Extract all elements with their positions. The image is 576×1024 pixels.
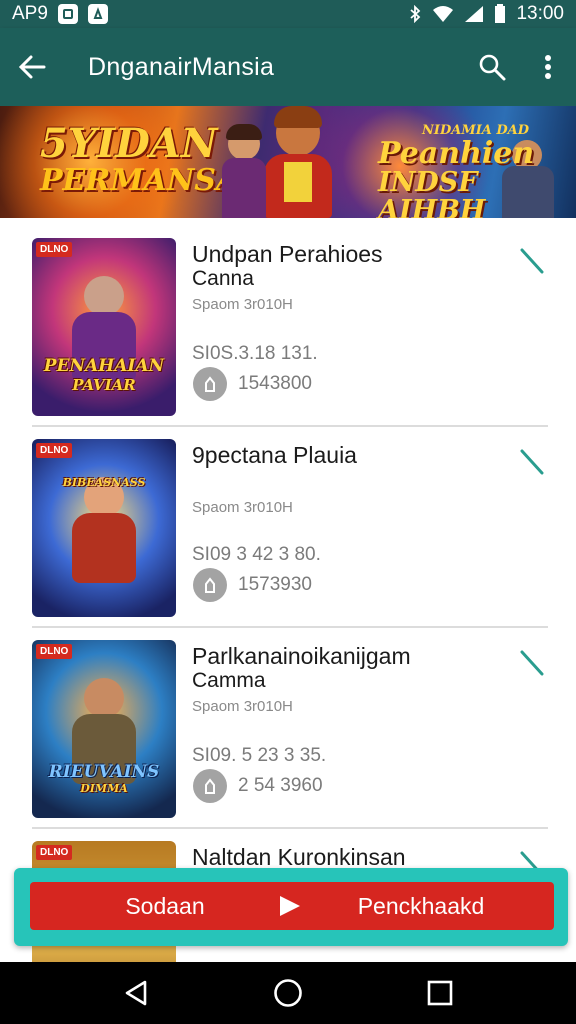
- app-bar-actions: [464, 28, 576, 106]
- thumb-tag: DLNO: [36, 845, 73, 860]
- thumb-caption-1: RIEUVAINS: [48, 762, 160, 782]
- game-title-line1: Undpan Perahioes: [192, 241, 383, 267]
- page-title: DnganairMansia: [88, 52, 275, 81]
- status-carrier-text: AP9: [12, 3, 48, 24]
- thumb-character-head: [84, 678, 124, 718]
- nav-home-icon: [274, 979, 302, 1007]
- thumb-caption-2: PAVIAR: [72, 376, 136, 394]
- check-icon[interactable]: [520, 650, 544, 681]
- status-right: 13:00: [408, 3, 564, 25]
- notification-app-icon: [87, 4, 108, 24]
- bluetooth-icon: [408, 5, 422, 23]
- battery-icon: [494, 4, 506, 24]
- game-title: Naltdan Kuronkinsan: [192, 844, 492, 870]
- square-app-icon: [57, 4, 78, 24]
- promo-banner[interactable]: 5YIDAN PERMANSA NIDAMIA DAD Peanhien IND…: [0, 106, 576, 218]
- download-count: 1543800: [238, 373, 312, 394]
- search-button[interactable]: [464, 28, 520, 106]
- thumb-character-body: [72, 513, 136, 583]
- system-nav-bar: [0, 962, 576, 1024]
- game-title-line1: Naltdan Kuronkinsan: [192, 844, 406, 870]
- status-time: 13:00: [516, 3, 564, 24]
- back-button[interactable]: [0, 28, 64, 106]
- nav-back-button[interactable]: [106, 962, 166, 1024]
- search-icon: [479, 54, 506, 81]
- check-icon[interactable]: [520, 449, 544, 480]
- game-thumbnail: DLNO RIEUVAINS DIMMA: [32, 640, 176, 818]
- list-item[interactable]: DLNO PENAHAIAN PAVIAR Undpan Perahioes C…: [0, 226, 576, 427]
- game-subtitle: Spaom 3r010H: [192, 296, 293, 313]
- game-title-line2: Canna: [192, 267, 254, 291]
- thumb-caption-1: BIBEASNASS: [62, 476, 146, 489]
- back-arrow-icon: [18, 55, 46, 79]
- banner-left-line2: PERMANSA: [40, 163, 240, 198]
- game-price: SI0S.3.18 131.: [192, 343, 318, 364]
- nav-home-button[interactable]: [258, 962, 318, 1024]
- thumb-tag: DLNO: [36, 242, 73, 257]
- signal-icon: [464, 5, 484, 23]
- status-left: AP9: [12, 3, 108, 25]
- game-title-line1: Parlkanainoikanijgam: [192, 643, 411, 669]
- game-title: Parlkanainoikanijgam Camma: [192, 643, 492, 693]
- list-item[interactable]: DLNO BIBEASNASS 9pectana Plauia Spaom 3r…: [0, 427, 576, 628]
- nav-recents-icon: [427, 980, 453, 1006]
- wifi-icon: [432, 5, 454, 23]
- game-title-line1: 9pectana Plauia: [192, 442, 357, 468]
- banner-right-line1: Peanhien: [378, 135, 535, 171]
- banner-hero-left: [222, 124, 266, 218]
- screen: AP9 13:00 DnganairMansia 5YIDAN PERMANSA…: [0, 0, 576, 1024]
- sodaan-button[interactable]: Sodaan: [30, 882, 270, 930]
- app-bar: DnganairMansia: [0, 28, 576, 106]
- more-vert-icon: [545, 55, 551, 79]
- banner-left-text: 5YIDAN PERMANSA: [40, 124, 239, 196]
- game-title-line2: Camma: [192, 669, 266, 693]
- more-options-button[interactable]: [520, 28, 576, 106]
- action-panel: Sodaan Penckhaakd: [14, 868, 568, 946]
- check-icon[interactable]: [520, 248, 544, 279]
- nav-back-icon: [125, 980, 147, 1006]
- banner-right-text: NIDAMIA DAD Peanhien INDSF AIHBH: [378, 124, 576, 218]
- status-bar: AP9 13:00: [0, 0, 576, 28]
- game-price: SI09 3 42 3 80.: [192, 544, 321, 565]
- download-icon: [193, 568, 227, 602]
- action-bar: Sodaan Penckhaakd: [30, 882, 554, 930]
- banner-left-line1: 5YIDAN: [40, 120, 218, 167]
- game-thumbnail: DLNO BIBEASNASS: [32, 439, 176, 617]
- game-price: SI09. 5 23 3 35.: [192, 745, 327, 766]
- thumb-caption-2: DIMMA: [80, 782, 128, 795]
- game-thumbnail: DLNO PENAHAIAN PAVIAR: [32, 238, 176, 416]
- game-title: Undpan Perahioes Canna: [192, 241, 492, 291]
- thumb-tag: DLNO: [36, 443, 73, 458]
- download-count: 2 54 3960: [238, 775, 323, 796]
- banner-hero-center: [258, 106, 338, 218]
- list-item[interactable]: DLNO RIEUVAINS DIMMA Parlkanainoikanijga…: [0, 628, 576, 829]
- nav-recents-button[interactable]: [410, 962, 470, 1024]
- banner-right-line2: INDSF AIHBH: [378, 167, 486, 218]
- thumb-tag: DLNO: [36, 644, 73, 659]
- thumb-character-head: [84, 276, 124, 316]
- download-count: 1573930: [238, 574, 312, 595]
- penckhaakd-button[interactable]: Penckhaakd: [310, 882, 554, 930]
- game-title: 9pectana Plauia: [192, 442, 492, 468]
- download-icon: [193, 367, 227, 401]
- game-subtitle: Spaom 3r010H: [192, 499, 293, 516]
- game-subtitle: Spaom 3r010H: [192, 698, 293, 715]
- download-icon: [193, 769, 227, 803]
- thumb-caption-1: PENAHAIAN: [43, 356, 165, 376]
- play-icon[interactable]: [270, 882, 310, 930]
